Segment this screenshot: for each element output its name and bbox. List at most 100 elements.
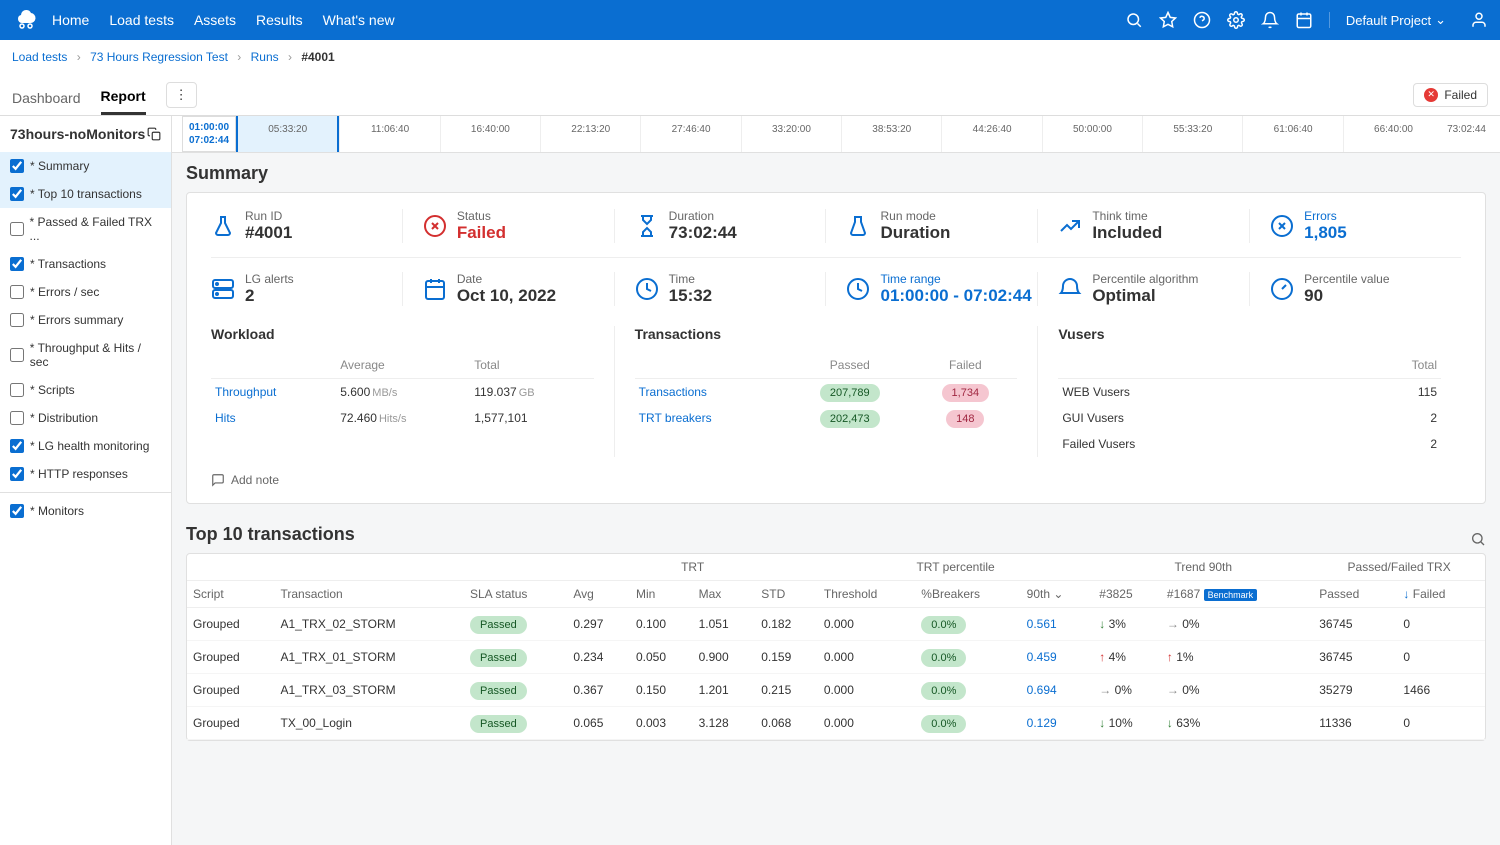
sla-badge: Passed (470, 715, 527, 733)
transaction-name[interactable]: TRT breakers (639, 411, 712, 425)
nav-home[interactable]: Home (52, 12, 89, 28)
settings-icon[interactable] (1227, 11, 1245, 29)
breakers-badge: 0.0% (921, 682, 966, 700)
crumb-current: #4001 (301, 50, 334, 64)
table-header[interactable]: Avg (567, 581, 630, 608)
sidebar-item[interactable]: * Transactions (0, 250, 171, 278)
bell-icon[interactable] (1261, 11, 1279, 29)
timeline-tick: 38:53:20 (841, 116, 941, 152)
timeline-ruler[interactable]: 01:00:00 07:02:44 05:33:2011:06:4016:40:… (172, 116, 1500, 153)
sidebar-checkbox[interactable] (10, 313, 24, 327)
table-header[interactable]: 90th ⌄ (1021, 581, 1094, 608)
table-header[interactable]: %Breakers (915, 581, 1020, 608)
table-row[interactable]: Grouped A1_TRX_02_STORM Passed 0.2970.10… (187, 608, 1485, 641)
sidebar-item[interactable]: * Errors / sec (0, 278, 171, 306)
sidebar-item[interactable]: * LG health monitoring (0, 432, 171, 460)
table-header[interactable]: SLA status (464, 581, 567, 608)
add-note-button[interactable]: Add note (211, 473, 1461, 487)
sidebar-checkbox[interactable] (10, 439, 24, 453)
table-row[interactable]: Grouped A1_TRX_01_STORM Passed 0.2340.05… (187, 641, 1485, 674)
sidebar-item[interactable]: * Scripts (0, 376, 171, 404)
search-icon[interactable] (1125, 11, 1143, 29)
sidebar-checkbox[interactable] (10, 222, 24, 236)
hourglass-icon (635, 214, 659, 238)
sidebar-checkbox[interactable] (10, 383, 24, 397)
workload-name[interactable]: Throughput (215, 385, 276, 399)
content-area: 01:00:00 07:02:44 05:33:2011:06:4016:40:… (172, 116, 1500, 845)
tab-dashboard[interactable]: Dashboard (12, 82, 81, 114)
fail-icon (1424, 88, 1438, 102)
timeline-tick: 66:40:00 (1343, 116, 1443, 152)
kpi-item: Status Failed (402, 209, 614, 243)
sidebar-checkbox[interactable] (10, 285, 24, 299)
summary-section: Summary Run ID #4001 Status Failed Durat… (172, 153, 1500, 514)
sidebar-item[interactable]: * Summary (0, 152, 171, 180)
table-header[interactable]: STD (755, 581, 818, 608)
sidebar-checkbox[interactable] (10, 159, 24, 173)
project-selector[interactable]: Default Project ⌄ (1329, 12, 1454, 28)
table-header[interactable]: ↓ Failed (1397, 581, 1485, 608)
table-header[interactable]: Threshold (818, 581, 915, 608)
table-header[interactable]: Min (630, 581, 693, 608)
nav-assets[interactable]: Assets (194, 12, 236, 28)
app-logo[interactable] (12, 6, 40, 34)
help-icon[interactable] (1193, 11, 1211, 29)
top-bar: Home Load tests Assets Results What's ne… (0, 0, 1500, 40)
tab-report[interactable]: Report (101, 80, 146, 115)
sidebar-item[interactable]: * Throughput & Hits / sec (0, 334, 171, 376)
kpi-item: Think time Included (1037, 209, 1249, 243)
sidebar-item[interactable]: * Errors summary (0, 306, 171, 334)
status-badge: Failed (1413, 83, 1488, 107)
flask-icon (211, 214, 235, 238)
transaction-row: Transactions 207,789 1,734 (635, 379, 1018, 406)
copy-icon[interactable] (147, 127, 161, 141)
sidebar-item[interactable]: * Passed & Failed TRX ... (0, 208, 171, 250)
user-icon[interactable] (1470, 11, 1488, 29)
sidebar-item[interactable]: * Distribution (0, 404, 171, 432)
table-row[interactable]: Grouped A1_TRX_03_STORM Passed 0.3670.15… (187, 674, 1485, 707)
table-header[interactable]: Passed (1313, 581, 1397, 608)
crumb-load-tests[interactable]: Load tests (12, 50, 67, 64)
kpi-item[interactable]: Time range 01:00:00 - 07:02:44 (825, 272, 1037, 306)
kpi-item: Run mode Duration (825, 209, 1037, 243)
sidebar-checkbox[interactable] (10, 504, 24, 518)
table-header[interactable]: #3825 (1093, 581, 1161, 608)
table-header[interactable]: Transaction (274, 581, 464, 608)
sidebar-item-monitors[interactable]: * Monitors (0, 497, 171, 525)
transaction-name[interactable]: Transactions (639, 385, 707, 399)
timeline-tick: 55:33:20 (1142, 116, 1242, 152)
transaction-row: TRT breakers 202,473 148 (635, 405, 1018, 431)
nav-whats-new[interactable]: What's new (323, 12, 395, 28)
table-header[interactable]: Max (693, 581, 756, 608)
table-row[interactable]: Grouped TX_00_Login Passed 0.0650.0033.1… (187, 707, 1485, 740)
timeline-range-selected: 01:00:00 07:02:44 (182, 116, 236, 152)
sidebar-checkbox[interactable] (10, 467, 24, 481)
table-header[interactable]: Script (187, 581, 274, 608)
sidebar-checkbox[interactable] (10, 348, 24, 362)
search-icon[interactable] (1470, 531, 1486, 547)
star-icon[interactable] (1159, 11, 1177, 29)
kpi-item: LG alerts 2 (211, 272, 402, 306)
sidebar-checkbox[interactable] (10, 411, 24, 425)
kpi-item[interactable]: Errors 1,805 (1249, 209, 1461, 243)
workload-block: Workload Average Total Throughput 5.600M… (211, 326, 614, 457)
vusers-block: Vusers Total WEB Vusers 115 GUI Vusers 2… (1037, 326, 1461, 457)
crumb-runs[interactable]: Runs (251, 50, 279, 64)
sidebar-item[interactable]: * Top 10 transactions (0, 180, 171, 208)
breakers-badge: 0.0% (921, 616, 966, 634)
nav-items: Home Load tests Assets Results What's ne… (52, 12, 395, 28)
summary-title: Summary (186, 163, 1486, 184)
top10-section: Top 10 transactions TRT TRT percentile T… (172, 514, 1500, 751)
sidebar-checkbox[interactable] (10, 257, 24, 271)
timeline-tick: 61:06:40 (1242, 116, 1342, 152)
workload-name[interactable]: Hits (215, 411, 236, 425)
calendar-icon[interactable] (1295, 11, 1313, 29)
nav-results[interactable]: Results (256, 12, 303, 28)
more-options[interactable]: ⋮ (166, 82, 197, 108)
nav-load-tests[interactable]: Load tests (109, 12, 174, 28)
table-header[interactable]: #1687 Benchmark (1161, 581, 1313, 608)
sidebar-item[interactable]: * HTTP responses (0, 460, 171, 488)
crumb-test-name[interactable]: 73 Hours Regression Test (90, 50, 228, 64)
page-tabs: Dashboard Report ⋮ Failed (0, 74, 1500, 116)
sidebar-checkbox[interactable] (10, 187, 24, 201)
